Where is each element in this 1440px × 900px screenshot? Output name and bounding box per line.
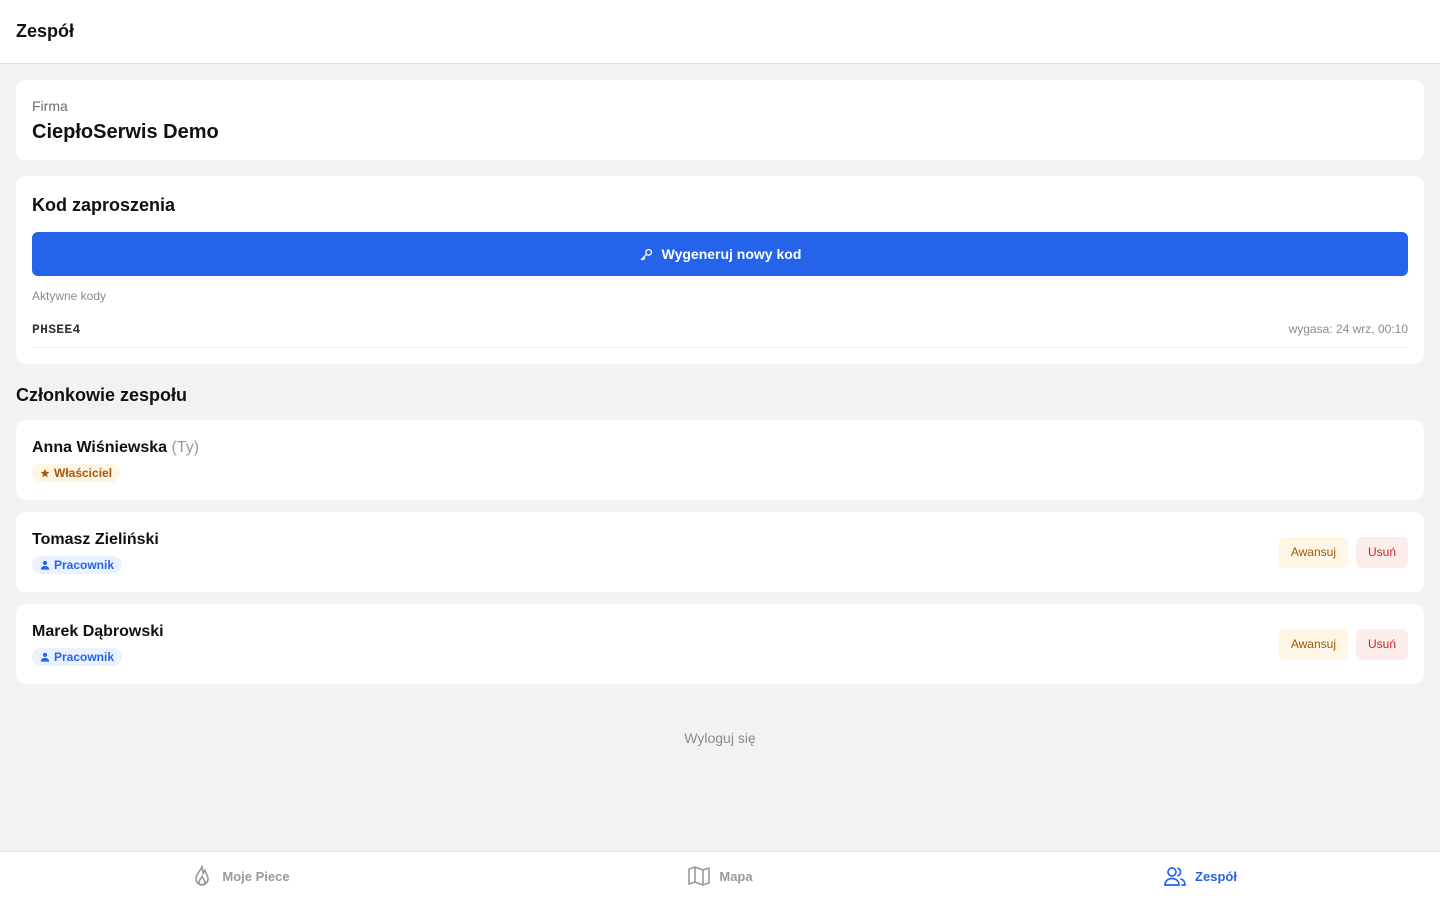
page-title: Zespół	[16, 21, 75, 41]
member-actions: Awansuj Usuń	[1278, 628, 1408, 660]
member-name: Tomasz Zieliński	[32, 531, 159, 548]
member-info: Marek Dąbrowski Pracownik	[32, 622, 164, 666]
person-icon	[40, 652, 50, 662]
member-info: Anna Wiśniewska (Ty) Właściciel	[32, 438, 199, 482]
tab-zespol[interactable]: Zespół	[960, 852, 1440, 900]
tab-label: Mapa	[719, 868, 753, 884]
active-code-row: PHSEE4 wygasa: 24 wrz, 00:10	[32, 311, 1408, 348]
role-badge-worker: Pracownik	[32, 648, 123, 666]
member-actions: Awansuj Usuń	[1278, 536, 1408, 568]
invite-title: Kod zaproszenia	[32, 195, 176, 215]
person-icon	[40, 560, 50, 570]
generate-code-button[interactable]: Wygeneruj nowy kod	[32, 232, 1408, 276]
role-badge-owner: Właściciel	[32, 464, 121, 482]
member-card: Tomasz Zieliński Pracownik Awansuj Usuń	[16, 512, 1424, 592]
company-name: CiepłoSerwis Demo	[32, 121, 219, 143]
bottom-tab-bar: Moje Piece Mapa Zespół	[0, 851, 1440, 900]
role-badge-worker: Pracownik	[32, 556, 123, 574]
member-card: Marek Dąbrowski Pracownik Awansuj Usuń	[16, 604, 1424, 684]
active-codes-label: Aktywne kody	[32, 289, 107, 303]
promote-button[interactable]: Awansuj	[1278, 628, 1348, 660]
company-label: Firma	[32, 98, 68, 114]
member-name: Anna Wiśniewska (Ty)	[32, 438, 199, 458]
member-name-text: Anna Wiśniewska	[32, 439, 168, 456]
generate-code-label: Wygeneruj nowy kod	[661, 246, 802, 262]
tab-label: Moje Piece	[222, 868, 290, 884]
member-name: Marek Dąbrowski	[32, 623, 164, 640]
flame-icon	[195, 865, 210, 886]
remove-button[interactable]: Usuń	[1355, 536, 1408, 568]
tab-label: Zespół	[1195, 868, 1237, 884]
main-content: Firma CiepłoSerwis Demo Kod zaproszenia …	[16, 80, 1424, 684]
users-icon	[1164, 867, 1186, 886]
top-header: Zespół	[0, 0, 1440, 64]
members-title: Członkowie zespołu	[16, 385, 188, 405]
member-info: Tomasz Zieliński Pracownik	[32, 530, 159, 574]
remove-button[interactable]: Usuń	[1355, 628, 1408, 660]
role-label: Pracownik	[54, 558, 115, 572]
invite-code-card: Kod zaproszenia Wygeneruj nowy kod Aktyw…	[16, 176, 1424, 364]
tab-mapa[interactable]: Mapa	[480, 852, 960, 900]
map-icon	[688, 866, 711, 886]
role-label: Pracownik	[54, 650, 115, 664]
promote-button[interactable]: Awansuj	[1278, 536, 1348, 568]
role-label: Właściciel	[54, 466, 113, 480]
logout-link[interactable]: Wyloguj się	[0, 730, 1440, 746]
star-icon	[40, 468, 50, 478]
member-you-tag: (Ty)	[171, 439, 200, 456]
member-card: Anna Wiśniewska (Ty) Właściciel	[16, 420, 1424, 500]
tab-moje-piece[interactable]: Moje Piece	[0, 852, 480, 900]
company-card: Firma CiepłoSerwis Demo	[16, 80, 1424, 160]
invite-code: PHSEE4	[32, 321, 81, 337]
key-icon	[640, 248, 652, 260]
invite-code-expiry: wygasa: 24 wrz, 00:10	[1288, 322, 1408, 336]
